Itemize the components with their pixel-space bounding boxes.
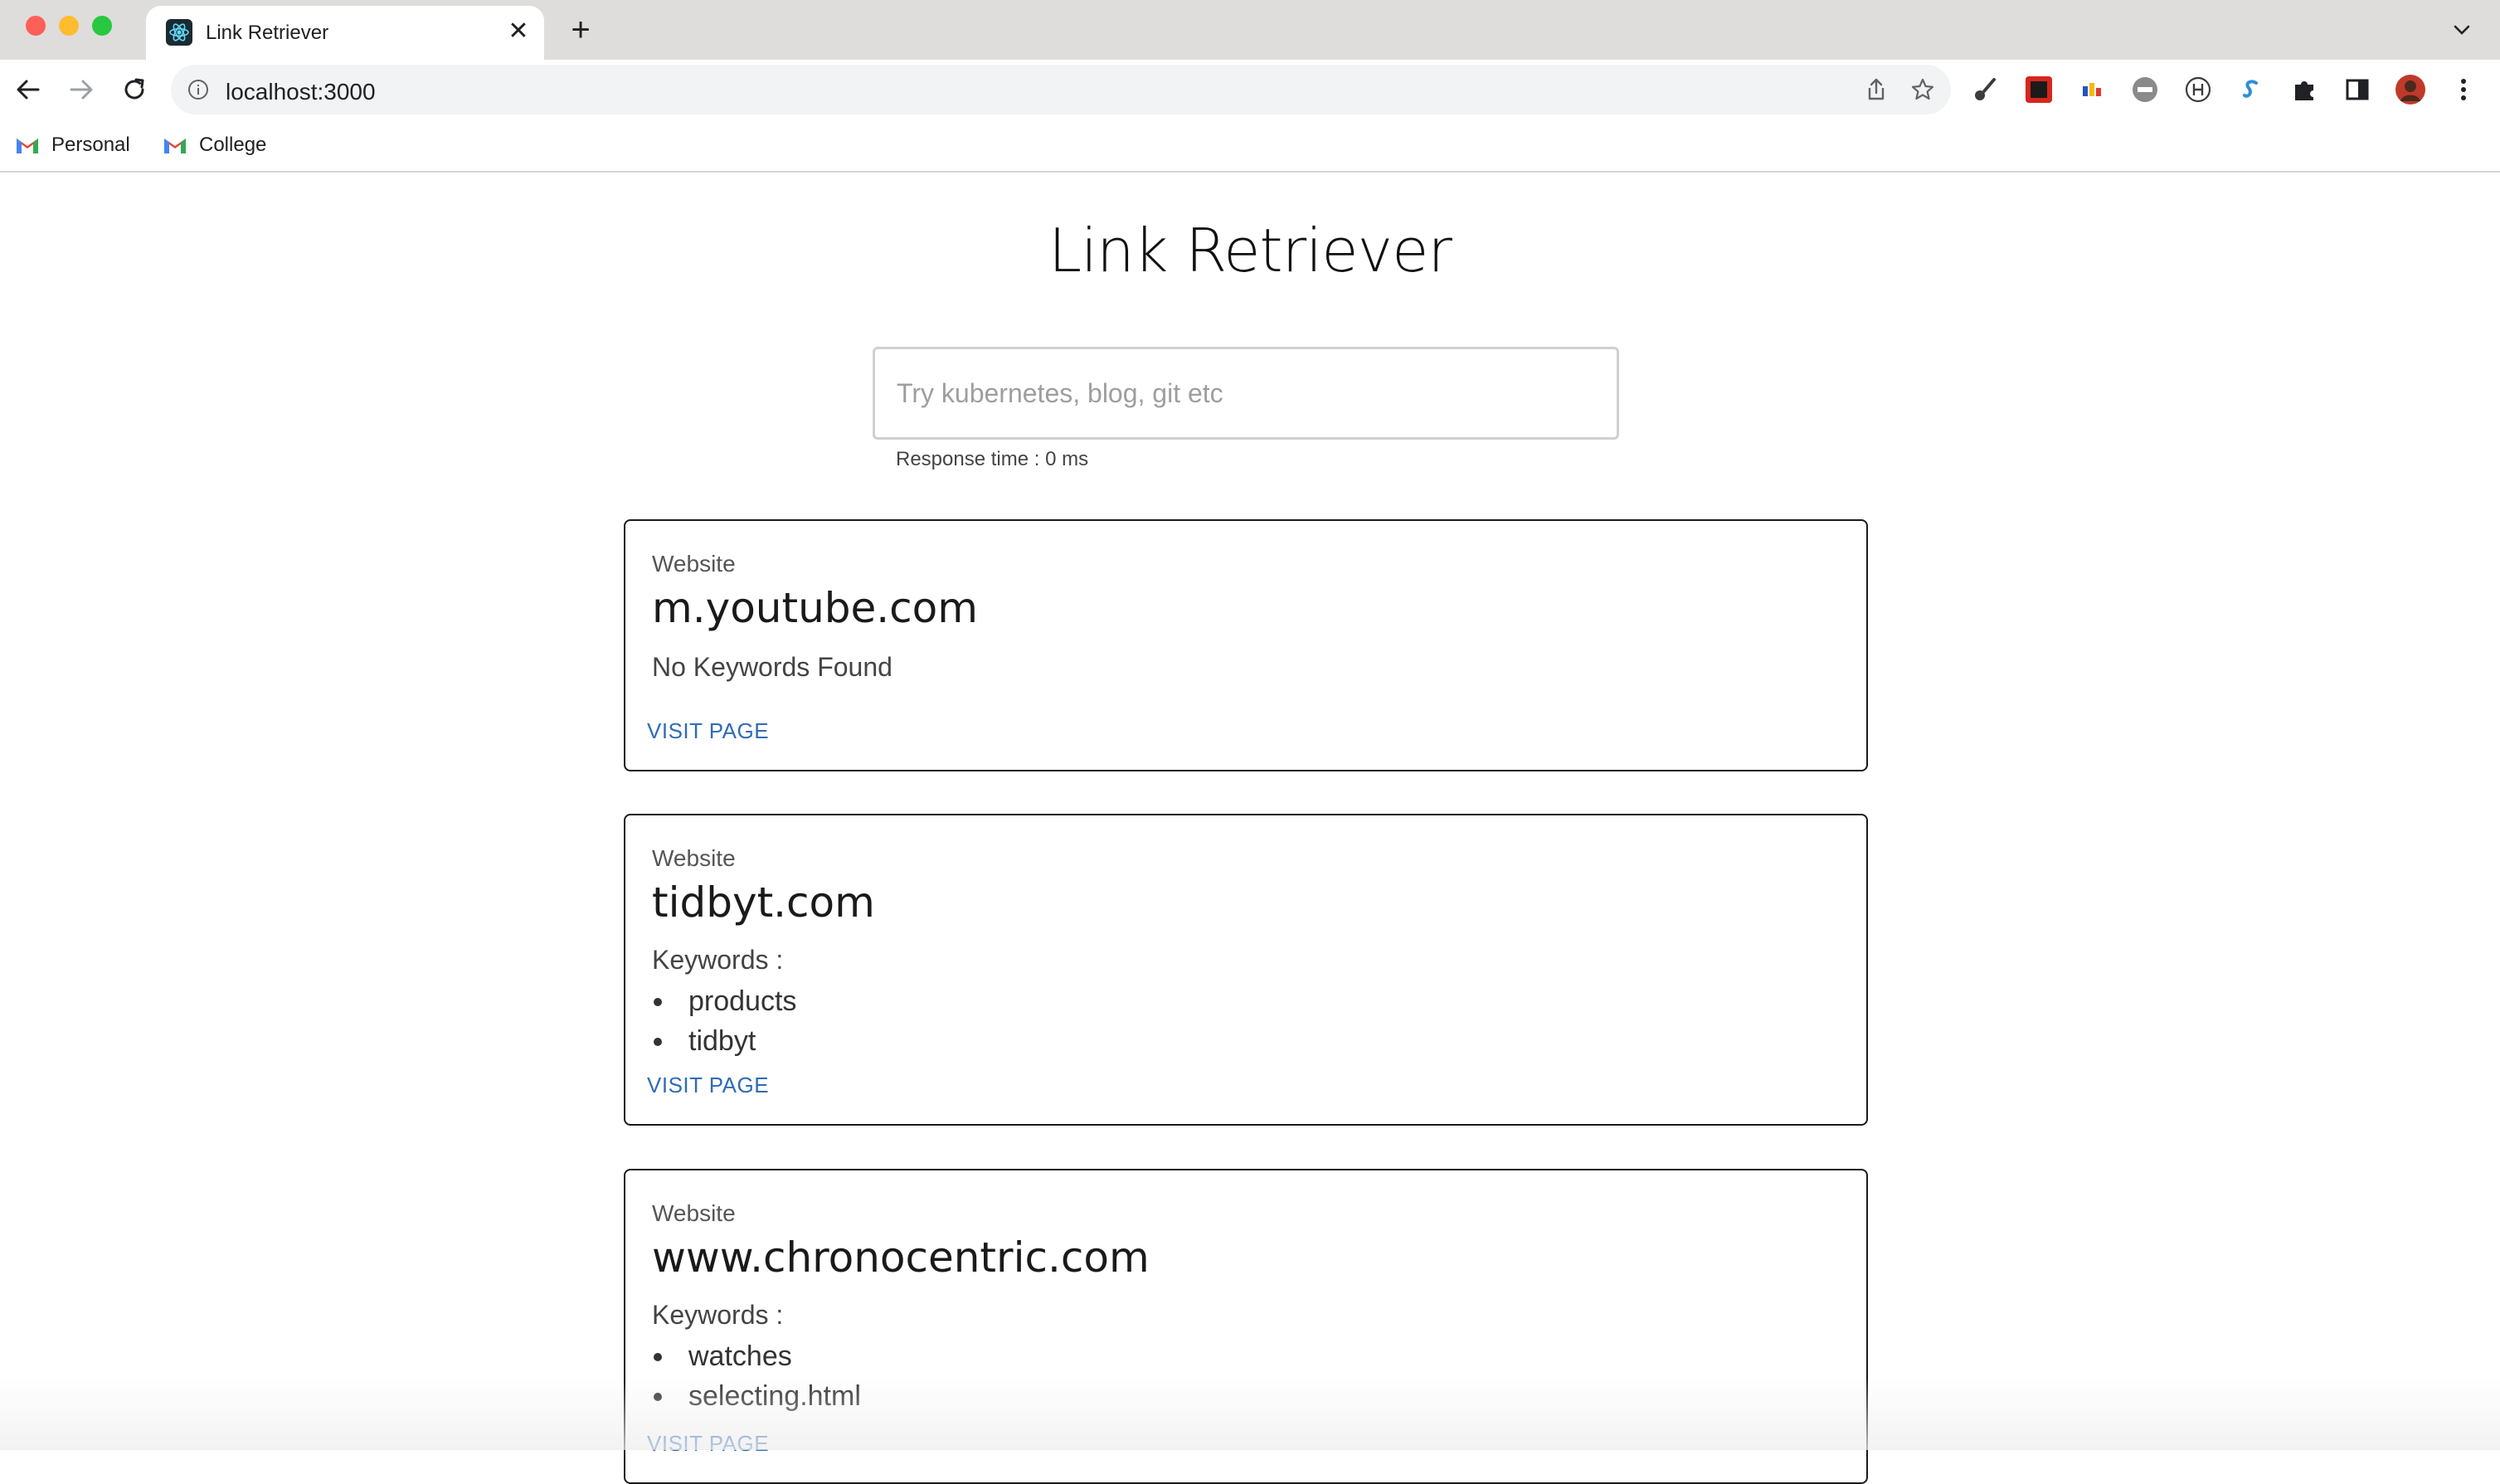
card-type-label: Website xyxy=(652,1200,736,1226)
keyword-item: selecting.html xyxy=(652,1376,861,1416)
card-domain: m.youtube.com xyxy=(652,584,978,632)
bookmark-personal[interactable]: Personal xyxy=(15,131,130,159)
bookmark-star-icon[interactable] xyxy=(1909,76,1936,103)
kebab-menu-icon[interactable] xyxy=(2447,73,2480,106)
result-card: Website www.chronocentric.com Keywords :… xyxy=(624,1169,1868,1484)
browser-tab[interactable]: Link Retriever ✕ xyxy=(146,6,544,60)
url-text[interactable]: localhost:3000 xyxy=(226,79,376,105)
card-domain: tidbyt.com xyxy=(652,878,875,927)
close-window-button[interactable] xyxy=(26,16,46,36)
card-type-label: Website xyxy=(652,551,736,577)
gmail-icon xyxy=(17,139,38,153)
site-info-icon[interactable] xyxy=(187,79,209,100)
keyword-list: products tidbyt xyxy=(652,981,796,1061)
gmail-icon xyxy=(164,139,186,153)
puzzle-icon[interactable] xyxy=(2288,73,2321,106)
keyword-item: tidbyt xyxy=(652,1021,796,1061)
keyword-item: products xyxy=(652,981,796,1021)
keywords-label: Keywords : xyxy=(652,945,784,975)
bookmarks-bar: Personal College xyxy=(0,119,2500,173)
address-bar[interactable]: localhost:3000 xyxy=(171,65,1951,114)
close-tab-icon[interactable]: ✕ xyxy=(504,17,533,46)
minimize-window-button[interactable] xyxy=(59,16,79,36)
visit-page-link[interactable]: VISIT PAGE xyxy=(647,1431,769,1457)
search-input[interactable] xyxy=(875,349,1617,437)
no-keywords-text: No Keywords Found xyxy=(652,652,893,682)
speed-icon[interactable] xyxy=(2128,73,2162,106)
new-tab-button[interactable]: + xyxy=(564,13,597,46)
maximize-window-button[interactable] xyxy=(92,16,112,36)
card-domain: www.chronocentric.com xyxy=(652,1233,1150,1282)
paintbrush-icon[interactable] xyxy=(1969,73,2002,106)
response-time: Response time : 0 ms xyxy=(896,448,1089,470)
keyword-item: watches xyxy=(652,1336,861,1376)
result-card: Website tidbyt.com Keywords : products t… xyxy=(624,814,1868,1126)
chevron-down-icon[interactable] xyxy=(2449,17,2475,43)
bookmark-label: College xyxy=(199,134,267,156)
bookmark-label: Personal xyxy=(51,134,130,156)
visit-page-link[interactable]: VISIT PAGE xyxy=(647,718,769,744)
bookmark-college[interactable]: College xyxy=(163,131,266,159)
sidebar-icon[interactable] xyxy=(2341,73,2374,106)
visit-page-link[interactable]: VISIT PAGE xyxy=(647,1073,769,1098)
tab-title: Link Retriever xyxy=(206,22,329,44)
s-icon[interactable] xyxy=(2235,73,2268,106)
back-arrow-icon[interactable] xyxy=(12,73,45,106)
page-title: Link Retriever xyxy=(1048,216,1452,285)
avatar[interactable] xyxy=(2394,73,2427,106)
result-card: Website m.youtube.com No Keywords Found … xyxy=(624,519,1868,771)
keyword-list: watches selecting.html xyxy=(652,1336,861,1416)
card-type-label: Website xyxy=(652,845,736,871)
adobe-icon[interactable] xyxy=(2022,73,2055,106)
keywords-label: Keywords : xyxy=(652,1300,784,1330)
react-atom-icon xyxy=(166,19,192,46)
h-circle-icon[interactable] xyxy=(2181,73,2215,106)
page-content: Link Retriever Response time : 0 ms Webs… xyxy=(0,174,2500,1484)
reload-icon[interactable] xyxy=(118,73,151,106)
forward-arrow-icon[interactable] xyxy=(65,73,98,106)
share-icon[interactable] xyxy=(1863,76,1890,103)
browser-toolbar: localhost:3000 xyxy=(0,60,2500,119)
bar-chart-icon[interactable] xyxy=(2075,73,2108,106)
tab-strip: Link Retriever ✕ + xyxy=(0,0,2500,60)
search-box[interactable] xyxy=(873,347,1619,440)
